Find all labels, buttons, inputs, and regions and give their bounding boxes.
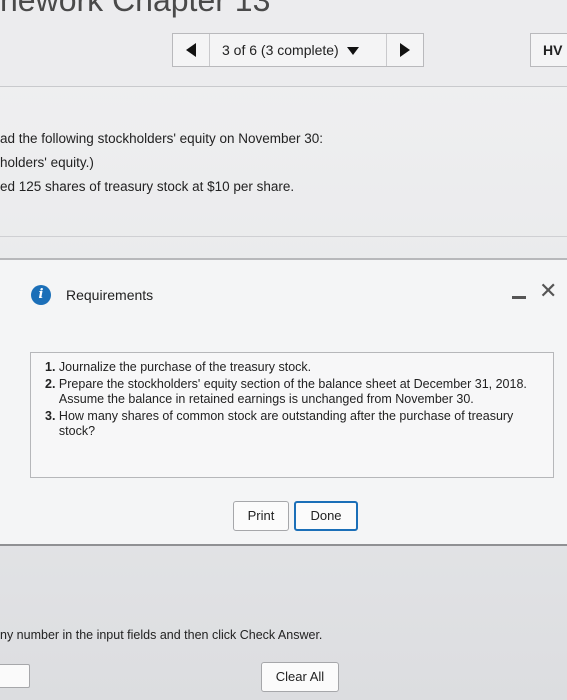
chapter-title: nework Chapter 13	[0, 0, 271, 18]
requirements-list: 1. Journalize the purchase of the treasu…	[31, 353, 553, 439]
dialog-title: Requirements	[66, 287, 154, 303]
question-text-line-2: holders' equity.)	[0, 155, 94, 170]
previous-question-button[interactable]	[173, 34, 210, 66]
info-icon: i	[31, 285, 51, 305]
requirements-dialog: i Requirements ✕ 1. Journalize the purch…	[0, 258, 567, 546]
requirement-text: Journalize the purchase of the treasury …	[58, 360, 312, 374]
question-selector[interactable]: 3 of 6 (3 complete)	[210, 42, 359, 58]
requirement-number: 3.	[45, 409, 56, 423]
next-question-button[interactable]	[386, 34, 423, 66]
requirement-item: 2. Prepare the stockholders' equity sect…	[45, 377, 553, 407]
dropdown-arrow-icon	[346, 47, 359, 56]
question-progress-label: 3 of 6 (3 complete)	[222, 42, 339, 58]
answer-input[interactable]	[0, 664, 30, 688]
requirement-text: How many shares of common stock are outs…	[58, 409, 514, 438]
question-navigator: 3 of 6 (3 complete)	[172, 33, 424, 67]
done-button[interactable]: Done	[294, 501, 358, 531]
instruction-text: ny number in the input fields and then c…	[0, 628, 323, 642]
content-divider	[0, 236, 567, 237]
requirement-number: 1.	[45, 360, 56, 374]
right-arrow-icon	[400, 43, 410, 57]
question-text-line-1: ad the following stockholders' equity on…	[0, 131, 324, 146]
left-arrow-icon	[186, 43, 196, 57]
hw-score-button[interactable]: HV	[530, 33, 567, 67]
requirement-number: 2.	[45, 377, 56, 391]
header-bar: nework Chapter 13 3 of 6 (3 complete) HV	[0, 0, 567, 87]
requirement-item: 3. How many shares of common stock are o…	[45, 409, 553, 439]
requirement-item: 1. Journalize the purchase of the treasu…	[45, 360, 553, 375]
requirement-text: Prepare the stockholders' equity section…	[58, 377, 527, 406]
close-icon[interactable]: ✕	[539, 280, 557, 302]
print-button[interactable]: Print	[233, 501, 289, 531]
question-text-line-3: ed 125 shares of treasury stock at $10 p…	[0, 179, 295, 194]
clear-all-button[interactable]: Clear All	[261, 662, 339, 692]
minimize-icon[interactable]	[512, 296, 526, 299]
requirements-list-box: 1. Journalize the purchase of the treasu…	[30, 352, 554, 478]
